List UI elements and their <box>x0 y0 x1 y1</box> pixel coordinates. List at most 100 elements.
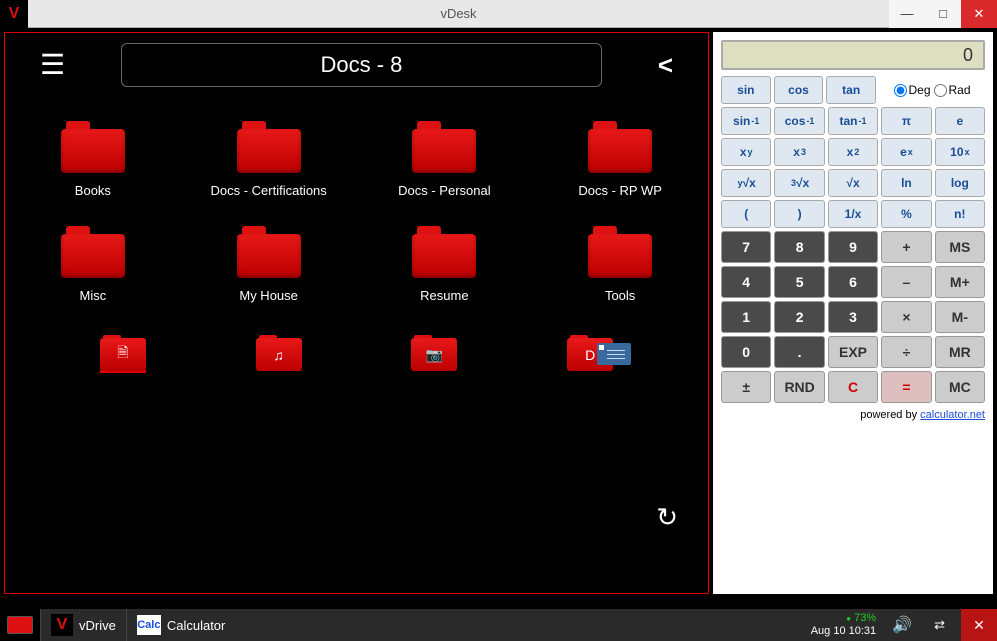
folder-label: Tools <box>605 288 635 303</box>
folder-item[interactable]: Tools <box>532 212 708 317</box>
calc-sci-button[interactable]: y√x <box>721 169 771 197</box>
calc-button[interactable]: MC <box>935 371 985 403</box>
calc-button[interactable]: 4 <box>721 266 771 298</box>
folder-label: Docs - Certifications <box>210 183 326 198</box>
calc-sci-button[interactable]: 1/x <box>828 200 878 228</box>
folder-label: Resume <box>420 288 468 303</box>
calc-button[interactable]: 0 <box>721 336 771 368</box>
file-browser: ☰ Docs - 8 < Books Docs - Certifications D… <box>4 32 709 594</box>
folder-item[interactable]: Resume <box>357 212 533 317</box>
calc-sci-button[interactable]: ex <box>881 138 931 166</box>
taskbar: V vDrive Calc Calculator ● 73% Aug 10 10… <box>0 609 997 641</box>
calc-sci-button[interactable]: xy <box>721 138 771 166</box>
window-titlebar: V vDesk — □ ✕ <box>0 0 997 28</box>
folder-icon <box>61 121 125 173</box>
calc-button[interactable]: 6 <box>828 266 878 298</box>
folder-label: Docs - RP WP <box>578 183 662 198</box>
calc-cos[interactable]: cos <box>774 76 824 104</box>
folder-icon <box>412 226 476 278</box>
photos-tab[interactable]: 📷 <box>411 335 457 373</box>
calc-button[interactable]: MR <box>935 336 985 368</box>
calculator-icon: Calc <box>137 615 161 635</box>
calc-sci-button[interactable]: √x <box>828 169 878 197</box>
calc-sci-button[interactable]: cos-1 <box>774 107 824 135</box>
taskbar-home-icon[interactable] <box>0 609 40 641</box>
folder-label: Docs - Personal <box>398 183 490 198</box>
calc-sci-button[interactable]: log <box>935 169 985 197</box>
switcher-icon[interactable]: ⇄ <box>928 617 951 633</box>
docs-tab[interactable]: 🗎 <box>100 335 146 373</box>
menu-icon[interactable]: ☰ <box>20 51 85 79</box>
calc-sci-button[interactable]: ) <box>774 200 824 228</box>
minimize-button[interactable]: — <box>889 0 925 28</box>
folder-icon <box>237 226 301 278</box>
calc-button[interactable]: × <box>881 301 931 333</box>
calc-button[interactable]: RND <box>774 371 824 403</box>
calculator-panel: 0 sin cos tan Deg Rad sin-1cos-1tan-1πex… <box>713 32 993 594</box>
calc-sci-button[interactable]: tan-1 <box>828 107 878 135</box>
volume-icon[interactable]: 🔊 <box>886 615 918 635</box>
calc-sci-button[interactable]: x2 <box>828 138 878 166</box>
calc-button[interactable]: + <box>881 231 931 263</box>
folder-item[interactable]: Docs - Certifications <box>181 107 357 212</box>
taskbar-status: ● 73% Aug 10 10:31 <box>811 612 876 638</box>
calc-button[interactable]: EXP <box>828 336 878 368</box>
calc-button[interactable]: M+ <box>935 266 985 298</box>
calc-rad-radio[interactable]: Rad <box>934 83 971 97</box>
calc-button[interactable]: 7 <box>721 231 771 263</box>
taskbar-app-calculator[interactable]: Calc Calculator <box>126 609 236 641</box>
calc-deg-radio[interactable]: Deg <box>894 83 931 97</box>
refresh-icon[interactable]: ↻ <box>656 502 678 533</box>
calc-footer-link[interactable]: calculator.net <box>920 409 985 421</box>
back-button[interactable]: < <box>638 50 693 81</box>
calc-display: 0 <box>721 40 985 70</box>
calc-sci-button[interactable]: 10x <box>935 138 985 166</box>
calc-button[interactable]: = <box>881 371 931 403</box>
calc-button[interactable]: MS <box>935 231 985 263</box>
apps-tab[interactable]: D <box>567 335 613 373</box>
calc-button[interactable]: 2 <box>774 301 824 333</box>
folder-icon <box>412 121 476 173</box>
overlay-badge <box>597 343 631 365</box>
calc-button[interactable]: 1 <box>721 301 771 333</box>
calc-button[interactable]: 3 <box>828 301 878 333</box>
window-title: vDesk <box>28 6 889 21</box>
taskbar-close-button[interactable]: ✕ <box>961 609 997 641</box>
calc-button[interactable]: ÷ <box>881 336 931 368</box>
calc-button[interactable]: M- <box>935 301 985 333</box>
music-tab[interactable]: ♫ <box>256 335 302 373</box>
folder-item[interactable]: Misc <box>5 212 181 317</box>
calc-button[interactable]: C <box>828 371 878 403</box>
calc-sci-button[interactable]: ( <box>721 200 771 228</box>
close-button[interactable]: ✕ <box>961 0 997 28</box>
calc-button[interactable]: 9 <box>828 231 878 263</box>
vdrive-icon: V <box>51 614 73 636</box>
calc-button[interactable]: 5 <box>774 266 824 298</box>
folder-icon <box>237 121 301 173</box>
calc-tan[interactable]: tan <box>826 76 876 104</box>
folder-label: Books <box>75 183 111 198</box>
taskbar-app-vdrive[interactable]: V vDrive <box>40 609 126 641</box>
calc-button[interactable]: ± <box>721 371 771 403</box>
folder-item[interactable]: Books <box>5 107 181 212</box>
calc-sci-button[interactable]: sin-1 <box>721 107 771 135</box>
calc-sci-button[interactable]: x3 <box>774 138 824 166</box>
folder-title: Docs - 8 <box>121 43 602 87</box>
calc-button[interactable]: – <box>881 266 931 298</box>
app-logo: V <box>0 0 28 28</box>
calc-sci-button[interactable]: 3√x <box>774 169 824 197</box>
calc-footer: powered by calculator.net <box>721 409 985 421</box>
folder-item[interactable]: Docs - Personal <box>357 107 533 212</box>
maximize-button[interactable]: □ <box>925 0 961 28</box>
calc-button[interactable]: . <box>774 336 824 368</box>
calc-sci-button[interactable]: ln <box>881 169 931 197</box>
folder-item[interactable]: Docs - RP WP <box>532 107 708 212</box>
calc-sci-button[interactable]: π <box>881 107 931 135</box>
calc-sin[interactable]: sin <box>721 76 771 104</box>
calc-sci-button[interactable]: % <box>881 200 931 228</box>
calc-button[interactable]: 8 <box>774 231 824 263</box>
folder-item[interactable]: My House <box>181 212 357 317</box>
calc-sci-button[interactable]: n! <box>935 200 985 228</box>
folder-label: My House <box>239 288 298 303</box>
calc-sci-button[interactable]: e <box>935 107 985 135</box>
